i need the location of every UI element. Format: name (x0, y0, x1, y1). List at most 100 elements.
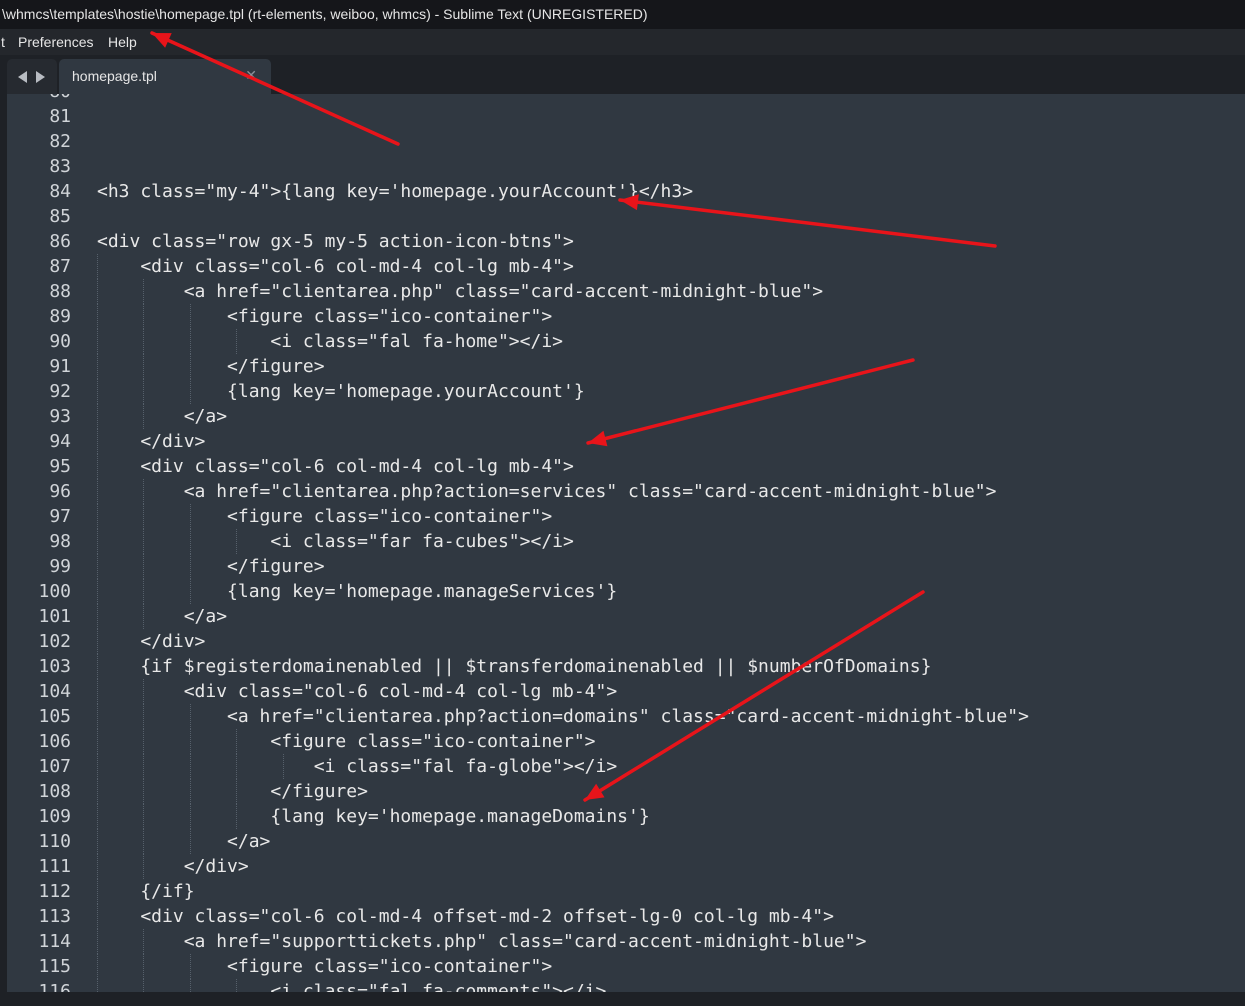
indent-guide (143, 304, 144, 329)
indent-guide (97, 679, 98, 704)
indent-guide (190, 329, 191, 354)
code-line[interactable]: <i class="fal fa-home"></i> (97, 329, 563, 354)
indent-guide (143, 954, 144, 979)
indent-guide (190, 729, 191, 754)
code-line[interactable]: <div class="col-6 col-md-4 col-lg mb-4"> (97, 679, 617, 704)
line-number: 108 (38, 781, 71, 802)
code-line[interactable]: {lang key='homepage.manageDomains'} (97, 804, 649, 829)
indent-guide (236, 754, 237, 779)
code-line[interactable]: {if $registerdomainenabled || $transferd… (97, 654, 931, 679)
indent-guide (143, 354, 144, 379)
indent-guide (143, 779, 144, 804)
tab-strip: homepage.tpl ✕ (0, 55, 1245, 94)
indent-guide (97, 504, 98, 529)
code-line[interactable]: <figure class="ico-container"> (97, 729, 595, 754)
indent-guide (97, 654, 98, 679)
code-line[interactable]: </a> (97, 404, 227, 429)
tab-homepage[interactable]: homepage.tpl ✕ (59, 59, 271, 94)
indent-guide (236, 979, 237, 992)
indent-guide (97, 279, 98, 304)
code-line[interactable]: <a href="supporttickets.php" class="card… (97, 929, 867, 954)
code-line[interactable]: <a href="clientarea.php" class="card-acc… (97, 279, 823, 304)
code-line[interactable]: </div> (97, 429, 205, 454)
indent-guide (97, 754, 98, 779)
code-line[interactable]: {lang key='homepage.yourAccount'} (97, 379, 585, 404)
menu-item-help[interactable]: Help (108, 29, 137, 55)
menu-item-preferences[interactable]: Preferences (18, 29, 93, 55)
line-number: 113 (38, 906, 71, 927)
indent-guide (97, 304, 98, 329)
line-number: 94 (49, 431, 71, 452)
indent-guide (97, 604, 98, 629)
tab-label: homepage.tpl (72, 68, 157, 84)
code-line[interactable]: <figure class="ico-container"> (97, 504, 552, 529)
code-line[interactable]: <div class="col-6 col-md-4 col-lg mb-4"> (97, 454, 573, 479)
code-line[interactable]: {lang key='homepage.manageServices'} (97, 579, 617, 604)
code-editor[interactable]: 80 81 82 83 84 85 86 87 88 89 90 91 92 93 94 95 96 97 98 99… (0, 94, 1245, 992)
indent-guide (190, 504, 191, 529)
indent-guide (97, 829, 98, 854)
line-number: 88 (49, 281, 71, 302)
indent-guide (236, 779, 237, 804)
indent-guide (236, 329, 237, 354)
status-bar (0, 992, 1245, 1006)
indent-guide (143, 404, 144, 429)
indent-guide (97, 929, 98, 954)
indent-guide (143, 504, 144, 529)
code-line[interactable]: <h3 class="my-4">{lang key='homepage.you… (97, 179, 693, 204)
code-line[interactable]: <i class="far fa-cubes"></i> (97, 529, 573, 554)
code-line[interactable]: <div class="row gx-5 my-5 action-icon-bt… (97, 229, 574, 254)
indent-guide (97, 379, 98, 404)
code-line[interactable]: </a> (97, 829, 270, 854)
line-number: 96 (49, 481, 71, 502)
indent-guide (97, 704, 98, 729)
indent-guide (143, 829, 144, 854)
indent-guide (97, 429, 98, 454)
line-number: 106 (38, 731, 71, 752)
window-title: \whmcs\templates\hostie\homepage.tpl (rt… (2, 6, 648, 22)
line-number: 90 (49, 331, 71, 352)
indent-guide (97, 329, 98, 354)
code-line[interactable]: <a href="clientarea.php?action=domains" … (97, 704, 1029, 729)
indent-guide (143, 804, 144, 829)
code-line[interactable]: </figure> (97, 354, 325, 379)
line-number: 99 (49, 556, 71, 577)
code-line[interactable]: <div class="col-6 col-md-4 offset-md-2 o… (97, 904, 834, 929)
indent-guide (190, 529, 191, 554)
code-line[interactable]: <figure class="ico-container"> (97, 304, 552, 329)
indent-guide (97, 804, 98, 829)
window-title-bar: \whmcs\templates\hostie\homepage.tpl (rt… (0, 0, 1245, 29)
code-line[interactable]: <figure class="ico-container"> (97, 954, 552, 979)
indent-guide (143, 729, 144, 754)
indent-guide (143, 704, 144, 729)
indent-guide (143, 604, 144, 629)
line-number: 84 (49, 181, 71, 202)
code-line[interactable]: </div> (97, 629, 205, 654)
indent-guide (143, 579, 144, 604)
indent-guide (190, 829, 191, 854)
menu-item-edit[interactable]: t (1, 29, 5, 55)
line-number: 103 (38, 656, 71, 677)
arrow-left-icon[interactable] (18, 71, 27, 83)
indent-guide (236, 529, 237, 554)
indent-guide (190, 779, 191, 804)
line-number: 83 (49, 156, 71, 177)
code-line[interactable]: <i class="fal fa-comments"></i> (97, 979, 606, 992)
code-line[interactable]: </figure> (97, 779, 368, 804)
code-line[interactable]: <i class="fal fa-globe"></i> (97, 754, 617, 779)
code-area[interactable]: <h3 class="my-4">{lang key='homepage.you… (97, 94, 1237, 992)
indent-guide (143, 679, 144, 704)
indent-guide (143, 479, 144, 504)
code-line[interactable]: {/if} (97, 879, 194, 904)
line-number: 95 (49, 456, 71, 477)
arrow-right-icon[interactable] (36, 71, 45, 83)
code-line[interactable]: <div class="col-6 col-md-4 col-lg mb-4"> (97, 254, 573, 279)
close-icon[interactable]: ✕ (245, 59, 257, 94)
code-line[interactable]: </a> (97, 604, 227, 629)
indent-guide (143, 529, 144, 554)
code-line[interactable]: </figure> (97, 554, 325, 579)
indent-guide (97, 879, 98, 904)
code-line[interactable]: <a href="clientarea.php?action=services"… (97, 479, 997, 504)
indent-guide (97, 854, 98, 879)
code-line[interactable]: </div> (97, 854, 249, 879)
